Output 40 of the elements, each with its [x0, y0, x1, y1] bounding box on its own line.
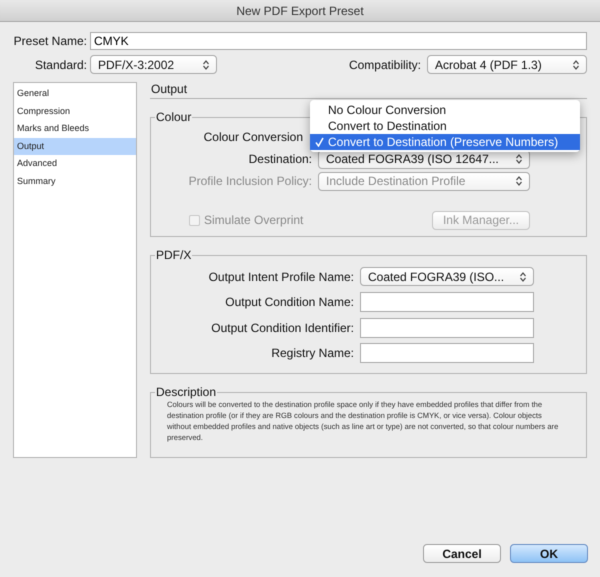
group-title: PDF/X [155, 248, 192, 262]
chevrons-icon [203, 60, 209, 70]
chevrons-icon [573, 60, 579, 70]
sidebar-item[interactable]: Advanced [14, 155, 136, 172]
ok-button[interactable]: OK [510, 544, 588, 563]
standard-popup[interactable]: PDF/X-3:2002 [90, 55, 217, 74]
field-label: Preset Name: [13, 34, 87, 48]
checkbox-label: Simulate Overprint [204, 213, 304, 227]
field-label: Registry Name: [270, 346, 354, 360]
chevrons-icon [516, 176, 522, 186]
field-label: Profile Inclusion Policy: [188, 174, 312, 188]
group-title: Description [155, 385, 218, 399]
field-label: Output Intent Profile Name: [208, 270, 354, 284]
sidebar-item[interactable]: Marks and Bleeds [14, 120, 136, 138]
checkmark-icon [315, 137, 324, 147]
sidebar-item[interactable]: Summary [14, 172, 136, 190]
input-field[interactable] [360, 343, 534, 364]
output-intent-popup[interactable]: Coated FOGRA39 (ISO... [360, 267, 534, 286]
field-label: Standard: [34, 58, 87, 72]
menu-item[interactable]: Convert to Destination [310, 118, 580, 134]
chevrons-icon [520, 272, 526, 282]
chevrons-icon [516, 154, 522, 164]
sidebar-item[interactable]: General [14, 85, 136, 102]
input-field[interactable] [360, 318, 534, 338]
field-label: Compatibility: [348, 58, 421, 72]
menu-item[interactable]: Convert to Destination (Preserve Numbers) [310, 134, 580, 150]
field-label: Output Condition Name: [224, 295, 354, 310]
preset-name-field[interactable]: CMYK [90, 32, 587, 50]
field-label: Output Condition Identifier: [210, 320, 354, 335]
menu-item[interactable]: No Colour Conversion [310, 102, 580, 118]
compatibility-popup[interactable]: Acrobat 4 (PDF 1.3) [427, 55, 587, 74]
cancel-button[interactable]: Cancel [423, 544, 501, 563]
field-label: Colour Conversion [202, 130, 303, 144]
input-field[interactable] [360, 292, 534, 312]
field-label: Destination: [248, 152, 312, 166]
sidebar-item[interactable]: Output [14, 138, 136, 155]
window-title: New PDF Export Preset [236, 4, 364, 18]
section-title: Output [150, 82, 587, 99]
sidebar-item[interactable]: Compression [14, 102, 136, 120]
group-title: Colour [155, 110, 192, 124]
